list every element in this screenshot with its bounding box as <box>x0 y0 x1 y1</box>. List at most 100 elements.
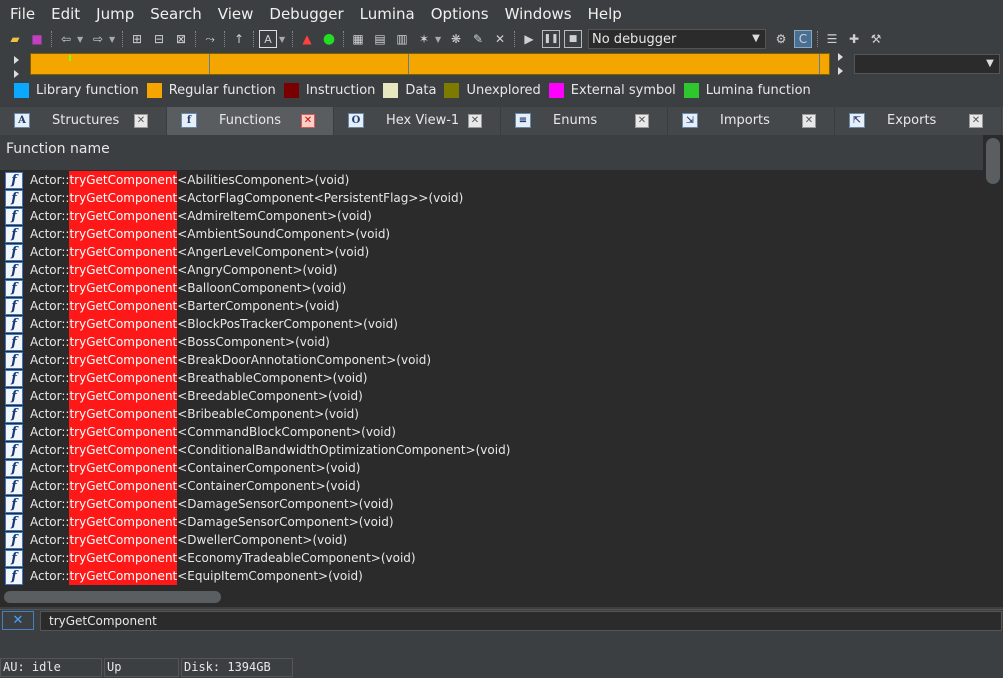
list-item[interactable]: f Actor::tryGetComponent<CommandBlockComp… <box>0 423 983 441</box>
make-data-icon[interactable]: ▤ <box>371 30 389 48</box>
menu-edit[interactable]: Edit <box>43 5 88 23</box>
list-item[interactable]: f Actor::tryGetComponent<AngryComponent>(… <box>0 261 983 279</box>
vertical-scrollbar[interactable] <box>983 135 1003 587</box>
make-array-icon[interactable]: ❋ <box>447 30 465 48</box>
list-item[interactable]: f Actor::tryGetComponent<ContainerCompone… <box>0 459 983 477</box>
function-list-header[interactable]: Function name <box>0 135 983 171</box>
close-icon[interactable]: ✕ <box>802 114 816 128</box>
horizontal-scrollbar[interactable] <box>0 587 1003 607</box>
nav-address-combo[interactable]: ▼ <box>854 54 1000 74</box>
menu-view[interactable]: View <box>210 5 262 23</box>
binary-data-icon[interactable]: ⊟ <box>150 30 168 48</box>
close-icon[interactable]: ✕ <box>635 114 649 128</box>
menu-debugger[interactable]: Debugger <box>261 5 351 23</box>
struct-dropdown-icon[interactable]: ▼ <box>435 35 443 44</box>
undefine-icon[interactable]: ✕ <box>491 30 509 48</box>
list-item[interactable]: f Actor::tryGetComponent<BossComponent>(v… <box>0 333 983 351</box>
tab-exports[interactable]: ⇱ Exports ✕ <box>835 107 1002 135</box>
text-view-icon[interactable]: A <box>259 30 277 48</box>
filter-input[interactable]: tryGetComponent <box>40 611 1002 631</box>
back-dropdown-icon[interactable]: ▼ <box>77 35 85 44</box>
list-item[interactable]: f Actor::tryGetComponent<ContainerCompone… <box>0 477 983 495</box>
tab-label: Structures <box>52 113 120 128</box>
menu-jump[interactable]: Jump <box>88 5 142 23</box>
close-icon[interactable]: ✕ <box>969 114 983 128</box>
list-item[interactable]: f Actor::tryGetComponent<BalloonComponent… <box>0 279 983 297</box>
close-icon[interactable]: ✕ <box>301 114 315 128</box>
text-view-dropdown-icon[interactable]: ▼ <box>279 35 287 44</box>
list-item[interactable]: f Actor::tryGetComponent<BarterComponent>… <box>0 297 983 315</box>
add-breakpoint-icon[interactable]: ✚ <box>845 30 863 48</box>
chevron-down-icon[interactable]: ▼ <box>983 56 997 72</box>
debugger-select[interactable]: No debugger ▼ <box>588 29 766 49</box>
column-header-function-name[interactable]: Function name <box>6 141 110 157</box>
make-code-icon[interactable]: ▦ <box>349 30 367 48</box>
attach-process-icon[interactable]: ⚙ <box>772 30 790 48</box>
list-item[interactable]: f Actor::tryGetComponent<EconomyTradeable… <box>0 549 983 567</box>
menu-help[interactable]: Help <box>580 5 630 23</box>
tab-structures[interactable]: A Structures ✕ <box>0 107 167 135</box>
forward-arrow-icon[interactable]: ⇨ <box>89 30 107 48</box>
legend-item: Lumina function <box>683 82 811 98</box>
function-name: Actor::tryGetComponent<BarterComponent>(… <box>30 297 339 315</box>
stop-icon[interactable]: ■ <box>564 30 582 48</box>
list-item[interactable]: f Actor::tryGetComponent<BreathableCompon… <box>0 369 983 387</box>
list-item[interactable]: f Actor::tryGetComponent<EquipItemCompone… <box>0 567 983 585</box>
menu-lumina[interactable]: Lumina <box>352 5 423 23</box>
vertical-scrollbar-thumb[interactable] <box>986 138 1000 184</box>
forward-dropdown-icon[interactable]: ▼ <box>109 35 117 44</box>
open-folder-icon[interactable]: ▰ <box>6 30 24 48</box>
decompile-icon[interactable]: C <box>794 30 812 48</box>
make-string-icon[interactable]: ▥ <box>393 30 411 48</box>
pause-icon[interactable]: ❚❚ <box>542 30 560 48</box>
list-item[interactable]: f Actor::tryGetComponent<DwellerComponent… <box>0 531 983 549</box>
tab-hex-view-1[interactable]: O Hex View-1 ✕ <box>334 107 501 135</box>
list-item[interactable]: f Actor::tryGetComponent<DamageSensorComp… <box>0 513 983 531</box>
cross-reference-icon[interactable]: ⤳ <box>201 30 219 48</box>
menu-search[interactable]: Search <box>142 5 210 23</box>
list-item[interactable]: f Actor::tryGetComponent<ActorFlagCompone… <box>0 189 983 207</box>
warning-icon[interactable]: ▲ <box>298 30 316 48</box>
function-icon: f <box>5 171 23 189</box>
chevron-down-icon[interactable]: ▼ <box>749 31 763 47</box>
tab-imports[interactable]: ⇲ Imports ✕ <box>668 107 835 135</box>
list-item[interactable]: f Actor::tryGetComponent<BribeableCompone… <box>0 405 983 423</box>
binary-search-icon[interactable]: ⊠ <box>172 30 190 48</box>
function-name: Actor::tryGetComponent<AmbientSoundCompo… <box>30 225 390 243</box>
close-icon[interactable]: ✕ <box>134 114 148 128</box>
list-item[interactable]: f Actor::tryGetComponent<BreedableCompone… <box>0 387 983 405</box>
horizontal-scrollbar-thumb[interactable] <box>4 591 221 603</box>
edit-icon[interactable]: ✎ <box>469 30 487 48</box>
list-item[interactable]: f Actor::tryGetComponent<BreakDoorAnnotat… <box>0 351 983 369</box>
tab-functions[interactable]: f Functions ✕ <box>167 107 334 135</box>
jump-up-icon[interactable]: ↑ <box>230 30 248 48</box>
list-item[interactable]: f Actor::tryGetComponent<AbilitiesCompone… <box>0 171 983 189</box>
menu-file[interactable]: File <box>2 5 43 23</box>
run-icon[interactable]: ▶ <box>520 30 538 48</box>
close-icon[interactable]: ✕ <box>468 114 482 128</box>
search-match-highlight: tryGetComponent <box>69 351 178 369</box>
menu-options[interactable]: Options <box>423 5 497 23</box>
plugin-icon[interactable]: ⚒ <box>867 30 885 48</box>
nav-scroll-right-icon[interactable] <box>838 53 846 75</box>
nav-scroll-left-icon[interactable] <box>14 56 20 78</box>
list-item[interactable]: f Actor::tryGetComponent<AdmireItemCompon… <box>0 207 983 225</box>
list-item[interactable]: f Actor::tryGetComponent<DamageSensorComp… <box>0 495 983 513</box>
list-item[interactable]: f Actor::tryGetComponent<AmbientSoundComp… <box>0 225 983 243</box>
tab-enums[interactable]: ≡ Enums ✕ <box>501 107 668 135</box>
back-arrow-icon[interactable]: ⇦ <box>57 30 75 48</box>
function-name: Actor::tryGetComponent<BreakDoorAnnotati… <box>30 351 431 369</box>
list-view-icon[interactable]: ☰ <box>823 30 841 48</box>
binary-text-icon[interactable]: ⊞ <box>128 30 146 48</box>
close-filter-button[interactable]: ✕ <box>2 611 34 630</box>
list-item[interactable]: f Actor::tryGetComponent<BlockPosTrackerC… <box>0 315 983 333</box>
save-icon[interactable]: ■ <box>28 30 46 48</box>
navigation-bar[interactable] <box>30 53 830 75</box>
status-green-icon[interactable]: ● <box>320 30 338 48</box>
navigation-band: ▼ <box>0 50 1003 78</box>
list-item[interactable]: f Actor::tryGetComponent<ConditionalBandw… <box>0 441 983 459</box>
search-match-highlight: tryGetComponent <box>69 369 178 387</box>
menu-windows[interactable]: Windows <box>497 5 580 23</box>
list-item[interactable]: f Actor::tryGetComponent<AngerLevelCompon… <box>0 243 983 261</box>
make-struct-icon[interactable]: ✶ <box>415 30 433 48</box>
